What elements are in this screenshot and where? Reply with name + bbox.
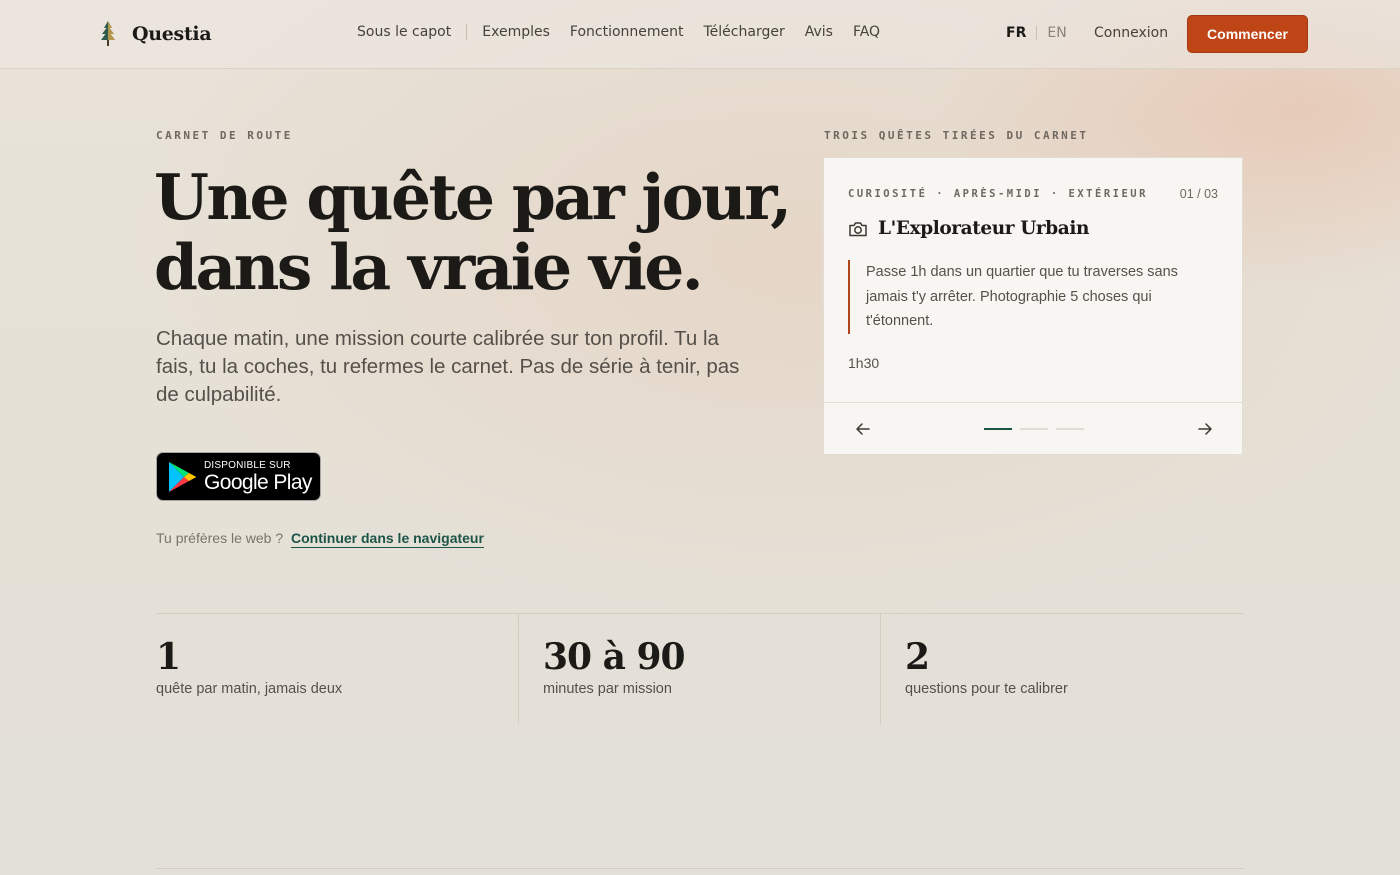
arrow-left-icon[interactable] <box>854 420 872 438</box>
start-button[interactable]: Commencer <box>1187 15 1308 53</box>
lang-fr[interactable]: FR <box>1006 25 1026 41</box>
google-play-badge[interactable]: DISPONIBLE SUR Google Play <box>156 452 321 501</box>
nav-item-avis[interactable]: Avis <box>805 24 833 40</box>
quests-eyebrow: TROIS QUÊTES TIRÉES DU CARNET <box>824 129 1089 142</box>
camera-icon <box>849 221 867 236</box>
brand-name: Questia <box>132 23 212 45</box>
headline-line-2: dans la vraie vie. <box>154 230 704 304</box>
quest-duration: 1h30 <box>848 355 880 371</box>
quest-title: L'Explorateur Urbain <box>878 218 1090 239</box>
lang-en[interactable]: EN <box>1047 25 1066 41</box>
stat-label: minutes par mission <box>543 681 672 697</box>
badge-small-text: DISPONIBLE SUR <box>204 459 291 471</box>
stat-label: questions pour te calibrer <box>905 681 1068 697</box>
hero-headline: Une quête par jour, dans la vraie vie. <box>154 162 794 302</box>
main-nav: Sous le capot Exemples Fonctionnement Té… <box>357 24 900 40</box>
hero-eyebrow: CARNET DE ROUTE <box>156 129 293 142</box>
web-prompt: Tu préfères le web ? Continuer dans le n… <box>156 530 484 548</box>
google-play-icon <box>169 461 196 492</box>
quest-counter: 01 / 03 <box>1179 187 1218 201</box>
quest-tags: CURIOSITÉ · APRÈS-MIDI · EXTÉRIEUR <box>848 188 1148 200</box>
nav-item-fonctionnement[interactable]: Fonctionnement <box>570 24 684 40</box>
badge-big-text: Google Play <box>204 470 312 494</box>
quest-card: CURIOSITÉ · APRÈS-MIDI · EXTÉRIEUR 01 / … <box>823 157 1243 455</box>
carousel-dot[interactable] <box>1020 428 1048 430</box>
lang-divider <box>1036 26 1038 40</box>
stat-item: 2 questions pour te calibrer <box>880 614 1242 724</box>
stats-row: 1 quête par matin, jamais deux 30 à 90 m… <box>156 613 1244 724</box>
nav-item-faq[interactable]: FAQ <box>853 24 880 40</box>
stat-value: 2 <box>905 636 930 678</box>
site-header: Questia Sous le capot Exemples Fonctionn… <box>0 0 1400 69</box>
stat-item: 30 à 90 minutes par mission <box>518 614 880 724</box>
quest-title-row: L'Explorateur Urbain <box>848 218 1089 239</box>
nav-divider <box>466 24 468 40</box>
carousel-dot[interactable] <box>984 428 1012 430</box>
quest-description: Passe 1h dans un quartier que tu travers… <box>848 260 1198 334</box>
stat-value: 1 <box>156 636 181 678</box>
continue-in-browser-link[interactable]: Continuer dans le navigateur <box>291 530 484 548</box>
nav-item-exemples[interactable]: Exemples <box>482 24 550 40</box>
headline-line-1: Une quête par jour, <box>154 160 792 234</box>
carousel-dot[interactable] <box>1056 428 1084 430</box>
tree-icon <box>101 21 115 46</box>
carousel-dots <box>984 428 1084 430</box>
nav-item-telecharger[interactable]: Télécharger <box>704 24 785 40</box>
stat-label: quête par matin, jamais deux <box>156 681 343 697</box>
stat-item: 1 quête par matin, jamais deux <box>156 614 518 724</box>
section-divider <box>156 868 1244 869</box>
stat-value: 30 à 90 <box>543 636 686 678</box>
web-prompt-text: Tu préfères le web ? <box>156 530 284 546</box>
nav-item-sous-le-capot[interactable]: Sous le capot <box>357 24 451 40</box>
carousel-controls <box>824 402 1242 455</box>
language-switcher: FR EN <box>1006 25 1067 41</box>
hero-subtitle: Chaque matin, une mission courte calibré… <box>156 327 740 406</box>
logo[interactable]: Questia <box>96 18 212 50</box>
arrow-right-icon[interactable] <box>1196 420 1214 438</box>
login-link[interactable]: Connexion <box>1094 25 1168 41</box>
